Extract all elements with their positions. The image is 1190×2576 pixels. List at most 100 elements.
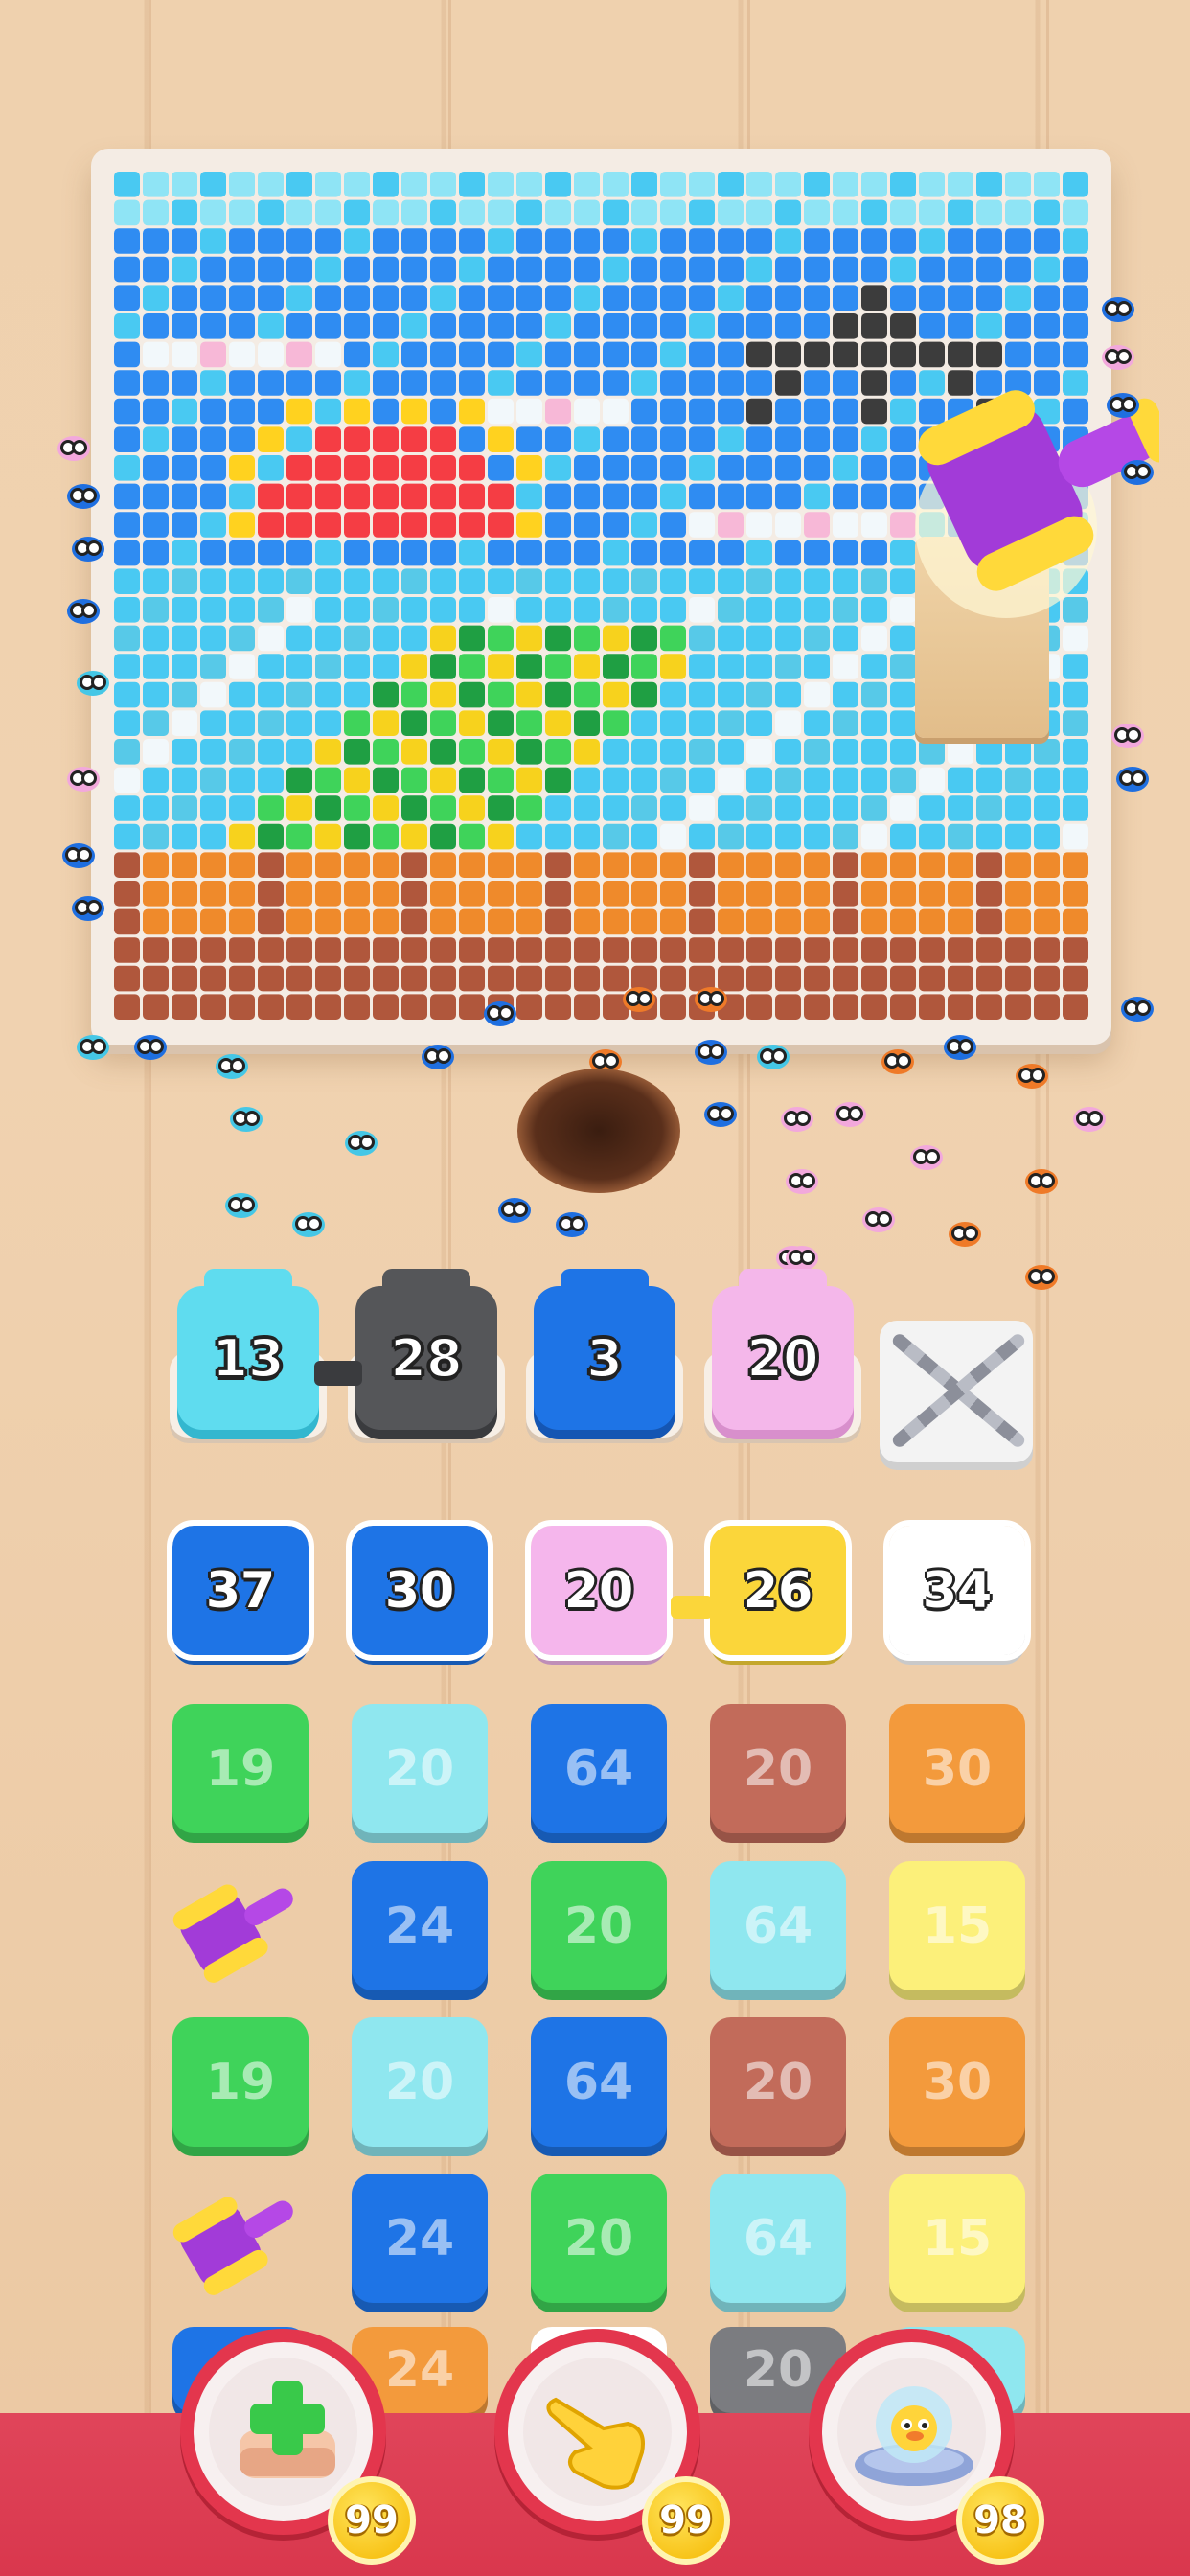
ant [67, 767, 100, 792]
pixel-cell [143, 455, 169, 481]
ant [1016, 1064, 1048, 1089]
pixel-cell [746, 597, 772, 623]
pixel-cell [315, 739, 341, 765]
number-tile[interactable]: 15 [889, 2174, 1025, 2303]
pixel-cell [315, 256, 341, 283]
number-tile[interactable]: 20 [525, 1520, 673, 1661]
pixel-cell [919, 767, 945, 794]
game-screen: 13 28 3 20 37 30 20 26 34 19 20 64 20 30 24 20 64 15 1… [0, 0, 1190, 2576]
pixel-cell [833, 681, 858, 708]
locked-slot[interactable] [880, 1321, 1033, 1462]
number-tile[interactable]: 26 [704, 1520, 852, 1661]
pixel-cell [775, 625, 801, 652]
pixel-cell [718, 681, 744, 708]
pixel-cell [574, 341, 600, 368]
pixel-cell [488, 455, 514, 481]
number-tile[interactable]: 20 [710, 1704, 846, 1833]
number-tile[interactable]: 30 [889, 2017, 1025, 2147]
collector-slot[interactable]: 13 [177, 1269, 319, 1430]
pixel-cell [861, 597, 887, 623]
number-tile[interactable]: 20 [352, 1704, 488, 1833]
pixel-cell [603, 710, 629, 736]
number-tile[interactable]: 20 [352, 2017, 488, 2147]
pixel-cell [373, 313, 399, 339]
pixel-cell [660, 681, 686, 708]
pixel-cell [373, 341, 399, 368]
pixel-cell [746, 285, 772, 310]
pixel-cell [516, 398, 542, 425]
number-tile[interactable]: 34 [883, 1520, 1031, 1661]
pixel-cell [315, 654, 341, 679]
pixel-cell [804, 965, 830, 992]
pixel-cell [631, 370, 657, 396]
pixel-cell [718, 823, 744, 850]
number-tile[interactable]: 20 [710, 2017, 846, 2147]
number-tile[interactable]: 24 [352, 2174, 488, 2303]
pixel-cell [746, 341, 772, 368]
pixel-cell [775, 398, 801, 425]
pixel-cell [976, 881, 1002, 907]
pixel-cell [172, 568, 197, 594]
pixel-cell [401, 654, 427, 679]
pixel-cell [861, 285, 887, 310]
pixel-cell [804, 228, 830, 254]
pixel-cell [861, 937, 887, 963]
pixel-cell [430, 199, 456, 226]
pixel-cell [172, 597, 197, 623]
number-tile[interactable]: 30 [346, 1520, 493, 1661]
number-tile[interactable]: 19 [172, 1704, 309, 1833]
hammer-tile-icon[interactable] [168, 1856, 311, 2000]
pixel-cell [114, 455, 140, 481]
pixel-cell [373, 823, 399, 850]
pixel-cell [1005, 767, 1031, 794]
ant [484, 1001, 516, 1026]
pixel-cell [660, 199, 686, 226]
number-tile[interactable]: 15 [889, 1861, 1025, 1990]
pixel-cell [948, 965, 973, 992]
pixel-cell [516, 994, 542, 1020]
pixel-cell [775, 994, 801, 1020]
number-tile[interactable]: 64 [531, 1704, 667, 1833]
tile-number: 20 [743, 2053, 813, 2111]
ufo-booster-button[interactable]: 98 [809, 2329, 1044, 2564]
pixel-cell [804, 568, 830, 594]
pixel-cell [114, 568, 140, 594]
number-tile[interactable]: 64 [710, 1861, 846, 1990]
pixel-cell [516, 739, 542, 765]
pixel-cell [746, 852, 772, 878]
pixel-cell [258, 710, 284, 736]
pixel-cell [718, 852, 744, 878]
pixel-cell [1063, 965, 1088, 992]
pixel-cell [804, 285, 830, 310]
number-tile[interactable]: 64 [710, 2174, 846, 2303]
pixel-cell [833, 341, 858, 368]
number-tile[interactable]: 37 [167, 1520, 314, 1661]
hand-booster-button[interactable]: 99 [494, 2329, 730, 2564]
collector-slot[interactable]: 20 [712, 1269, 854, 1430]
pixel-cell [229, 172, 255, 197]
pixel-cell [746, 937, 772, 963]
number-tile[interactable]: 24 [352, 1861, 488, 1990]
collector-slot[interactable]: 3 [534, 1269, 675, 1430]
pixel-cell [948, 172, 973, 197]
collector-slot[interactable]: 28 [355, 1269, 497, 1430]
pixel-cell [833, 965, 858, 992]
pixel-cell [315, 937, 341, 963]
pixel-cell [775, 739, 801, 765]
pixel-cell [344, 199, 370, 226]
pixel-cell [258, 681, 284, 708]
pixel-cell [459, 852, 485, 878]
hammer-tile-icon[interactable] [168, 2169, 311, 2312]
number-tile[interactable]: 20 [531, 2174, 667, 2303]
pixel-cell [229, 512, 255, 538]
hammer-icon[interactable] [891, 345, 1159, 632]
pixel-cell [488, 398, 514, 425]
number-tile[interactable]: 19 [172, 2017, 309, 2147]
pixel-cell [401, 228, 427, 254]
add-slot-booster-button[interactable]: 99 [180, 2329, 416, 2564]
number-tile[interactable]: 30 [889, 1704, 1025, 1833]
number-tile[interactable]: 64 [531, 2017, 667, 2147]
pixel-cell [315, 568, 341, 594]
pixel-cell [229, 398, 255, 425]
number-tile[interactable]: 20 [531, 1861, 667, 1990]
